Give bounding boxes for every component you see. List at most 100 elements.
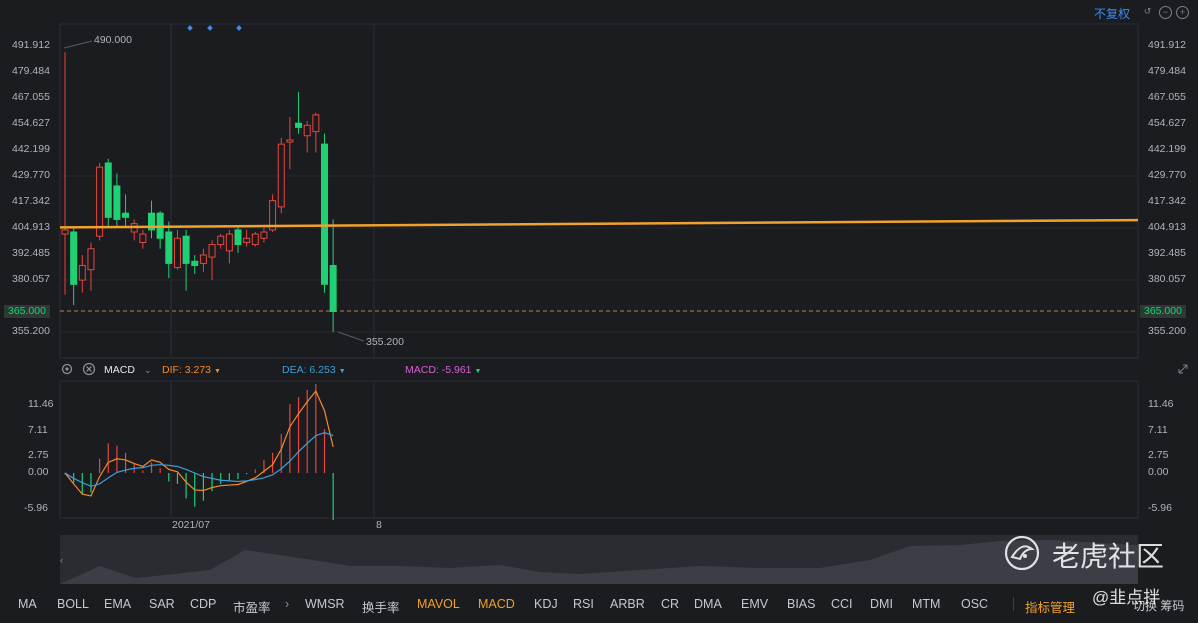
candle (130, 219, 138, 241)
indicator-tab-sar[interactable]: SAR (149, 597, 175, 611)
candle-body (96, 166, 104, 237)
macd-tick-label: 0.00 (1148, 466, 1169, 478)
candle-body (122, 212, 130, 218)
price-tick-label: 454.627 (1148, 117, 1186, 129)
candle-body (139, 233, 147, 243)
tiger-logo-icon (1004, 535, 1040, 571)
chevron-down-icon[interactable]: ⌄ (144, 365, 152, 376)
indicator-tab-rsi[interactable]: RSI (573, 597, 594, 611)
candle (251, 232, 259, 247)
time-label-july: 2021/07 (172, 519, 210, 531)
dif-value[interactable]: DIF: 3.273 ▼ (162, 364, 221, 376)
price-tick-label: 404.913 (1148, 221, 1186, 233)
candle-body (165, 231, 173, 264)
dea-line (64, 432, 334, 487)
macd-header: MACD ⌄ DIF: 3.273 ▼ DEA: 6.253 ▼ MACD: -5.… (60, 362, 1188, 379)
candle-body (260, 231, 268, 239)
candle-body (217, 235, 225, 246)
candle (122, 194, 130, 226)
candle (173, 229, 181, 270)
candle-body (277, 143, 285, 208)
indicator-tab-ma[interactable]: MA (18, 597, 37, 611)
price-tick-label: 491.912 (12, 39, 50, 51)
price-tick-label: 442.199 (12, 143, 50, 155)
indicator-tab-dma[interactable]: DMA (694, 597, 722, 611)
indicator-tab-macd[interactable]: MACD (478, 597, 515, 611)
indicator-tab-ema[interactable]: EMA (104, 597, 131, 611)
candle-body (321, 143, 328, 285)
price-tick-label: 392.485 (1148, 247, 1186, 259)
divider (1013, 597, 1014, 611)
macd-tick-label: -5.96 (1148, 502, 1172, 514)
candle (104, 158, 112, 226)
macd-tick-label: 11.46 (1148, 398, 1174, 410)
indicator-tab-bias[interactable]: BIAS (787, 597, 816, 611)
price-tick-label: 442.199 (1148, 143, 1186, 155)
price-tick-label: 467.055 (1148, 91, 1186, 103)
candle (113, 173, 121, 226)
close-indicator-icon[interactable] (82, 362, 96, 379)
candle (286, 116, 294, 170)
candle (156, 211, 164, 249)
ma-line (59, 218, 1139, 229)
indicator-tab-mavol[interactable]: MAVOL (417, 597, 460, 611)
macd-tick-label: -5.96 (24, 502, 48, 514)
candle (148, 200, 155, 239)
indicator-tab-osc[interactable]: OSC (961, 597, 988, 611)
indicator-tab-kdj[interactable]: KDJ (534, 597, 558, 611)
indicator-tab-换手率[interactable]: 换手率 (362, 597, 400, 616)
candle-body (199, 254, 207, 264)
candle (182, 229, 190, 291)
high-price-annotation: 490.000 (94, 34, 132, 46)
macd-tick-label: 11.46 (28, 398, 54, 410)
candle (295, 91, 303, 134)
price-tick-label: 417.342 (12, 195, 50, 207)
candle (191, 255, 199, 274)
candle (96, 162, 104, 241)
indicator-tab-cci[interactable]: CCI (831, 597, 853, 611)
candle-body (295, 122, 303, 128)
macd-value[interactable]: MACD: -5.961 ▼ (405, 364, 481, 376)
candle-body (208, 244, 216, 258)
candle (139, 229, 147, 249)
collapse-icon[interactable] (1176, 362, 1190, 379)
indicator-tab-dmi[interactable]: DMI (870, 597, 893, 611)
macd-tick-label: 0.00 (28, 466, 49, 478)
event-marker (207, 25, 213, 31)
indicator-manage-button[interactable]: 指标管理 (1025, 597, 1075, 616)
indicator-tab-cdp[interactable]: CDP (190, 597, 216, 611)
candle-body (78, 264, 86, 281)
candle-body (251, 233, 259, 246)
candle (321, 133, 328, 293)
price-tick-label: 380.057 (1148, 273, 1186, 285)
candle (277, 137, 285, 214)
high-marker-line (63, 40, 93, 49)
settings-icon[interactable] (60, 362, 74, 379)
dea-value[interactable]: DEA: 6.253 ▼ (282, 364, 346, 376)
candle (70, 227, 78, 306)
indicator-tab-arbr[interactable]: ARBR (610, 597, 645, 611)
current-price-badge-left: 365.000 (4, 305, 50, 318)
macd-tick-label: 7.11 (28, 424, 48, 436)
time-label-aug: 8 (376, 519, 382, 531)
watermark-title: 老虎社区 (1052, 541, 1165, 572)
indicator-tab-市盈率[interactable]: 市盈率 (233, 597, 271, 616)
indicator-tab-wmsr[interactable]: WMSR (305, 597, 345, 611)
price-tick-label: 467.055 (12, 91, 50, 103)
candle-body (61, 229, 69, 235)
macd-tick-label: 2.75 (28, 449, 49, 461)
macd-tick-label: 7.11 (1148, 424, 1168, 436)
candle-body (303, 124, 311, 137)
candle-body (329, 264, 337, 312)
watermark-user: @韭点拌 (1092, 588, 1161, 607)
indicator-tab-boll[interactable]: BOLL (57, 597, 89, 611)
candle (312, 112, 320, 153)
indicator-tab-cr[interactable]: CR (661, 597, 679, 611)
price-tick-label: 355.200 (1148, 325, 1186, 337)
indicator-tab-emv[interactable]: EMV (741, 597, 768, 611)
macd-name: MACD (104, 364, 135, 376)
price-tick-label: 380.057 (12, 273, 50, 285)
chevron-right-icon[interactable]: › (285, 597, 289, 611)
indicator-tab-mtm[interactable]: MTM (912, 597, 940, 611)
price-tick-label: 355.200 (12, 325, 50, 337)
